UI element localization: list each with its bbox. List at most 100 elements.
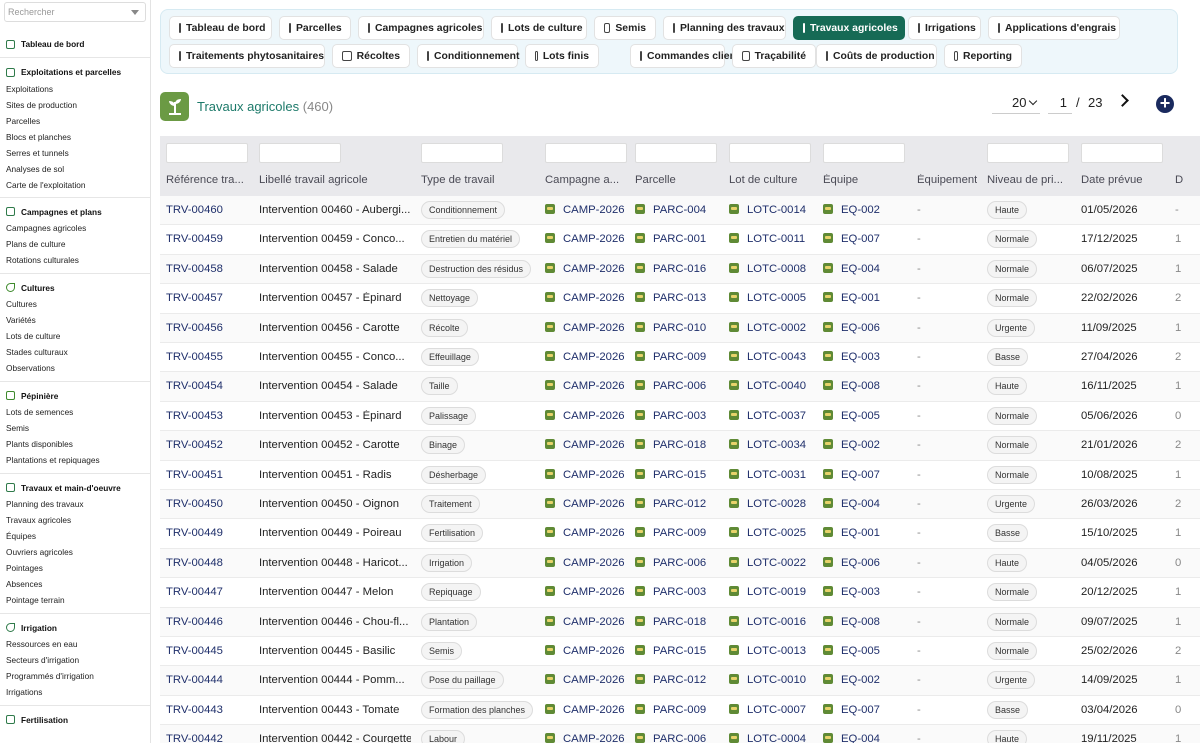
sidebar-item[interactable]: Stades culturaux [0, 345, 150, 361]
column-filter-input[interactable] [1081, 143, 1163, 163]
lot-link[interactable]: LOTC-0016 [729, 615, 806, 628]
reference-link[interactable]: TRV-00457 [166, 292, 223, 304]
tab-tra-abilit-[interactable]: Traçabilité [732, 44, 816, 68]
reference-link[interactable]: TRV-00442 [166, 733, 223, 743]
lot-link[interactable]: LOTC-0022 [729, 556, 806, 569]
parcel-link[interactable]: PARC-003 [635, 586, 706, 598]
table-row[interactable]: TRV-00443 Intervention 00443 - Tomate Form… [160, 696, 1200, 726]
team-link[interactable]: EQ-002 [823, 439, 880, 451]
team-link[interactable]: EQ-004 [823, 733, 880, 743]
parcel-link[interactable]: PARC-018 [635, 439, 706, 451]
campaign-link[interactable]: CAMP-2026 [545, 204, 625, 216]
tab-lots-finis[interactable]: Lots finis [525, 44, 599, 68]
reference-link[interactable]: TRV-00451 [166, 469, 223, 481]
campaign-link[interactable]: CAMP-2026 [545, 703, 625, 716]
add-record-button[interactable]: + [1156, 94, 1174, 113]
lot-link[interactable]: LOTC-0011 [729, 233, 805, 245]
sidebar-item[interactable]: Plans de culture [0, 237, 150, 253]
column-filter-input[interactable] [823, 143, 905, 163]
team-link[interactable]: EQ-007 [823, 703, 880, 716]
campaign-link[interactable]: CAMP-2026 [545, 645, 625, 657]
table-row[interactable]: TRV-00452 Intervention 00452 - Carotte Bin… [160, 431, 1200, 461]
sidebar-item[interactable]: Carte de l'exploitation [0, 177, 150, 193]
tab-r-coltes[interactable]: Récoltes [332, 44, 410, 68]
sidebar-item[interactable]: Absences [0, 577, 150, 593]
reference-link[interactable]: TRV-00452 [166, 439, 223, 451]
column-filter-input[interactable] [166, 143, 248, 163]
tab-traitements-phytosanitaires[interactable]: Traitements phytosanitaires [169, 44, 325, 68]
parcel-link[interactable]: PARC-004 [635, 204, 706, 216]
sidebar-item[interactable]: Blocs et planches [0, 129, 150, 145]
team-link[interactable]: EQ-002 [823, 674, 880, 686]
reference-link[interactable]: TRV-00459 [166, 233, 223, 245]
reference-link[interactable]: TRV-00454 [166, 380, 223, 392]
column-header[interactable]: Niveau de pri... [987, 174, 1063, 186]
parcel-link[interactable]: PARC-009 [635, 703, 706, 716]
column-filter-input[interactable] [545, 143, 627, 163]
sidebar-item[interactable]: Lots de semences [0, 405, 150, 421]
parcel-link[interactable]: PARC-012 [635, 674, 706, 686]
lot-link[interactable]: LOTC-0004 [729, 733, 806, 743]
reference-link[interactable]: TRV-00443 [166, 704, 223, 716]
table-row[interactable]: TRV-00449 Intervention 00449 - Poireau Fer… [160, 519, 1200, 549]
column-header[interactable]: Lot de culture [729, 174, 797, 186]
campaign-link[interactable]: CAMP-2026 [545, 674, 625, 686]
page-size-select[interactable]: 20 [992, 92, 1040, 114]
tab-co-ts-de-production[interactable]: Coûts de production [816, 44, 937, 68]
column-header[interactable]: Campagne a... [545, 174, 619, 186]
column-header[interactable]: Type de travail [421, 174, 494, 186]
sidebar-item[interactable]: Parcelles [0, 113, 150, 129]
sidebar-item[interactable]: Sites de production [0, 97, 150, 113]
table-row[interactable]: TRV-00453 Intervention 00453 - Épinard Pal… [160, 402, 1200, 432]
team-link[interactable]: EQ-005 [823, 409, 880, 422]
campaign-link[interactable]: CAMP-2026 [545, 556, 625, 569]
chevron-down-icon[interactable] [131, 10, 139, 15]
lot-link[interactable]: LOTC-0014 [729, 204, 806, 216]
tab-tableau-de-bord[interactable]: Tableau de bord [169, 16, 272, 40]
column-filter-input[interactable] [635, 143, 717, 163]
sidebar-item[interactable]: Observations [0, 361, 150, 377]
sidebar-item[interactable]: Analyses de sol [0, 161, 150, 177]
team-link[interactable]: EQ-008 [823, 380, 880, 392]
reference-link[interactable]: TRV-00456 [166, 322, 223, 334]
sidebar-item[interactable]: Campagnes agricoles [0, 221, 150, 237]
table-row[interactable]: TRV-00455 Intervention 00455 - Conco... Ef… [160, 343, 1200, 373]
lot-link[interactable]: LOTC-0028 [729, 498, 806, 510]
column-filter-input[interactable] [421, 143, 503, 163]
table-row[interactable]: TRV-00444 Intervention 00444 - Pomm... Pos… [160, 666, 1200, 696]
team-link[interactable]: EQ-007 [823, 468, 880, 481]
sidebar-group-2[interactable]: Campagnes et plans [0, 204, 150, 221]
parcel-link[interactable]: PARC-013 [635, 292, 706, 304]
column-header[interactable]: D [1175, 174, 1183, 186]
team-link[interactable]: EQ-008 [823, 615, 880, 628]
reference-link[interactable]: TRV-00447 [166, 586, 223, 598]
team-link[interactable]: EQ-002 [823, 204, 880, 216]
campaign-link[interactable]: CAMP-2026 [545, 292, 625, 304]
parcel-link[interactable]: PARC-012 [635, 498, 706, 510]
campaign-link[interactable]: CAMP-2026 [545, 321, 625, 334]
table-row[interactable]: TRV-00458 Intervention 00458 - Salade Dest… [160, 254, 1200, 285]
parcel-link[interactable]: PARC-010 [635, 321, 706, 334]
parcel-link[interactable]: PARC-015 [635, 645, 706, 657]
table-row[interactable]: TRV-00448 Intervention 00448 - Haricot...… [160, 548, 1200, 579]
table-row[interactable]: TRV-00456 Intervention 00456 - Carotte Réc… [160, 313, 1200, 343]
sidebar-group-5[interactable]: Travaux et main-d'oeuvre [0, 480, 150, 497]
sidebar-item[interactable]: Pointages [0, 561, 150, 577]
lot-link[interactable]: LOTC-0025 [729, 527, 806, 539]
lot-link[interactable]: LOTC-0010 [729, 674, 806, 686]
team-link[interactable]: EQ-003 [823, 351, 880, 363]
sidebar-item[interactable]: Semis [0, 421, 150, 437]
column-filter-input[interactable] [729, 143, 811, 163]
team-link[interactable]: EQ-005 [823, 645, 880, 657]
reference-link[interactable]: TRV-00458 [166, 263, 223, 275]
campaign-link[interactable]: CAMP-2026 [545, 527, 625, 539]
tab-semis[interactable]: Semis [594, 16, 656, 40]
sidebar-item[interactable]: Planning des travaux [0, 497, 150, 513]
parcel-link[interactable]: PARC-009 [635, 351, 706, 363]
sidebar-item[interactable]: Travaux agricoles [0, 513, 150, 529]
campaign-link[interactable]: CAMP-2026 [545, 733, 625, 743]
table-row[interactable]: TRV-00454 Intervention 00454 - Salade Tail… [160, 372, 1200, 402]
lot-link[interactable]: LOTC-0008 [729, 262, 806, 275]
sidebar-item[interactable]: Programmés d'irrigation [0, 669, 150, 685]
parcel-link[interactable]: PARC-006 [635, 556, 706, 569]
